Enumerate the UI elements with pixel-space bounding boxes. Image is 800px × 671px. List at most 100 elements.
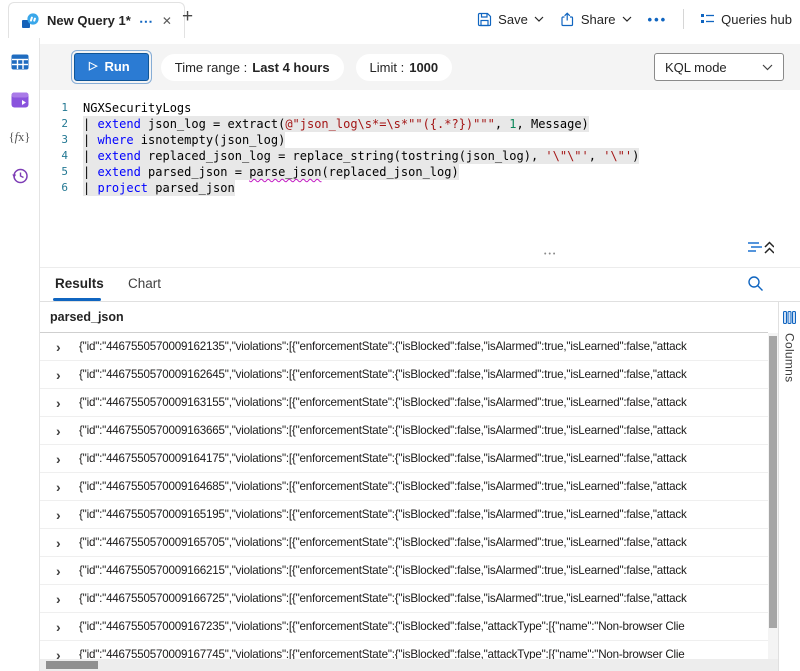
table-row[interactable]: › {"id":"4467550570009164685","violations… [40,473,768,501]
collapse-editor-button[interactable] [748,240,774,256]
splitter-drag-handle[interactable]: ••• [544,251,557,258]
expand-row-icon[interactable]: › [56,424,70,438]
topbar-actions: Save Share ••• [477,0,792,38]
query-mode-value: KQL mode [665,60,727,75]
code-line[interactable]: 1 NGXSecurityLogs [40,100,800,116]
code-lines: 1 NGXSecurityLogs2| extend json_log = ext… [40,100,800,196]
expand-row-icon[interactable]: › [56,396,70,410]
table-row[interactable]: › {"id":"4467550570009166215","violations… [40,557,768,585]
share-button[interactable]: Share [560,12,632,27]
query-editor[interactable]: 1 NGXSecurityLogs2| extend json_log = ext… [40,96,800,246]
code-text[interactable]: | extend replaced_json_log = replace_str… [83,148,639,164]
vertical-scrollbar[interactable] [768,333,778,659]
code-line[interactable]: 2| extend json_log = extract(@"json_log\… [40,116,800,132]
tab-results[interactable]: Results [55,276,104,291]
sidebar-item-history[interactable] [11,167,29,185]
columns-icon [783,311,796,324]
share-label: Share [581,12,616,27]
left-sidebar: {fx} [0,38,40,671]
time-range-label: Time range : [175,60,248,75]
share-icon [560,12,575,27]
sidebar-item-functions[interactable]: {fx} [9,130,31,145]
row-json-text: {"id":"4467550570009165195","violations"… [79,508,687,521]
sidebar-item-data-table[interactable] [11,54,29,70]
run-button[interactable]: ▷ Run [74,53,149,81]
expand-row-icon[interactable]: › [56,480,70,494]
table-row[interactable]: ›{"id":"4467550570009166725","violations… [40,585,768,613]
chevron-down-icon [534,16,544,22]
row-json-text: {"id":"4467550570009166215","violations"… [79,564,687,577]
columns-side-panel[interactable]: Columns [778,302,800,671]
line-number: 5 [40,164,68,180]
tab-close-icon[interactable]: ✕ [162,15,172,27]
adx-app-icon [21,12,39,30]
code-text[interactable]: | where isnotempty(json_log) [83,132,285,148]
search-results-button[interactable] [747,275,764,292]
code-line[interactable]: 6 | project parsed_json [40,180,800,196]
expand-row-icon[interactable]: › [56,340,70,354]
row-json-text: {"id":"4467550570009162645","violations"… [79,368,687,381]
more-commands-icon[interactable]: ••• [648,12,668,27]
new-tab-button[interactable]: + [182,7,193,26]
search-icon [747,275,764,292]
query-mode-dropdown[interactable]: KQL mode [654,53,784,81]
save-button[interactable]: Save [477,12,544,27]
results-tab-bar: Results Chart [40,268,800,302]
vertical-scrollbar-thumb[interactable] [769,336,777,628]
code-text[interactable]: NGXSecurityLogs [83,100,191,116]
active-tab-underline [53,298,101,301]
row-json-text: {"id":"4467550570009164685","violations"… [79,480,687,493]
query-tab[interactable]: New Query 1* ⋯ ✕ [8,2,185,38]
expand-row-icon[interactable]: › [56,508,70,522]
line-number: 6 [40,180,68,196]
queries-hub-button[interactable]: Queries hub [700,12,792,27]
table-row[interactable]: ›{"id":"4467550570009164175","violations… [40,445,768,473]
horizontal-scrollbar-thumb[interactable] [46,661,98,669]
table-icon [11,54,29,70]
line-number: 4 [40,148,68,164]
time-range-pill[interactable]: Time range : Last 4 hours [161,54,344,81]
row-json-text: {"id":"4467550570009167745","violations"… [79,648,685,659]
chevron-down-icon [762,64,773,71]
code-text[interactable]: | extend parsed_json = parse_json(replac… [83,164,459,180]
table-row[interactable]: ›{"id":"4467550570009163155","violations… [40,389,768,417]
code-text[interactable]: | project parsed_json [83,180,235,196]
expand-row-icon[interactable]: › [56,452,70,466]
row-json-text: {"id":"4467550570009165705","violations"… [79,536,687,549]
table-row[interactable]: ›{"id":"4467550570009162135","violations… [40,333,768,361]
table-row[interactable]: › {"id":"4467550570009165705","violations… [40,529,768,557]
code-line[interactable]: 4 | extend replaced_json_log = replace_st… [40,148,800,164]
table-row[interactable]: › {"id":"4467550570009165195","violations… [40,501,768,529]
run-label: Run [104,59,129,74]
line-number: 1 [40,100,68,116]
query-toolbar: ▷ Run Time range : Last 4 hours Limit : … [40,44,800,90]
code-text[interactable]: | extend json_log = extract(@"json_log\s… [83,116,589,132]
table-row[interactable]: › {"id":"4467550570009167745","violations… [40,641,768,659]
column-header-parsed-json[interactable]: parsed_json [40,302,768,333]
expand-row-icon[interactable]: › [56,564,70,578]
tab-chart[interactable]: Chart [128,276,161,291]
code-line[interactable]: 3| where isnotempty(json_log) [40,132,800,148]
expand-row-icon[interactable]: › [56,648,70,660]
grid-body: ›{"id":"4467550570009162135","violations… [40,333,768,659]
table-row[interactable]: ›{"id":"4467550570009163665","violations… [40,417,768,445]
queries-hub-label: Queries hub [721,12,792,27]
column-header-label: parsed_json [50,310,124,324]
top-bar: New Query 1* ⋯ ✕ + Save [0,0,800,38]
expand-row-icon[interactable]: › [56,368,70,382]
sidebar-item-dashboards[interactable] [11,92,29,108]
limit-pill[interactable]: Limit : 1000 [356,54,453,81]
table-row[interactable]: › {"id":"4467550570009162645","violations… [40,361,768,389]
save-label: Save [498,12,528,27]
expand-row-icon[interactable]: › [56,592,70,606]
expand-row-icon[interactable]: › [56,536,70,550]
expand-row-icon[interactable]: › [56,620,70,634]
horizontal-scrollbar[interactable] [40,659,778,671]
code-line[interactable]: 5 | extend parsed_json = parse_json(repla… [40,164,800,180]
play-icon: ▷ [89,61,97,72]
table-row[interactable]: ›{"id":"4467550570009167235","violations… [40,613,768,641]
save-icon [477,12,492,27]
tab-more-icon[interactable]: ⋯ [139,14,154,28]
columns-panel-label: Columns [783,333,797,382]
limit-label: Limit : [370,60,405,75]
